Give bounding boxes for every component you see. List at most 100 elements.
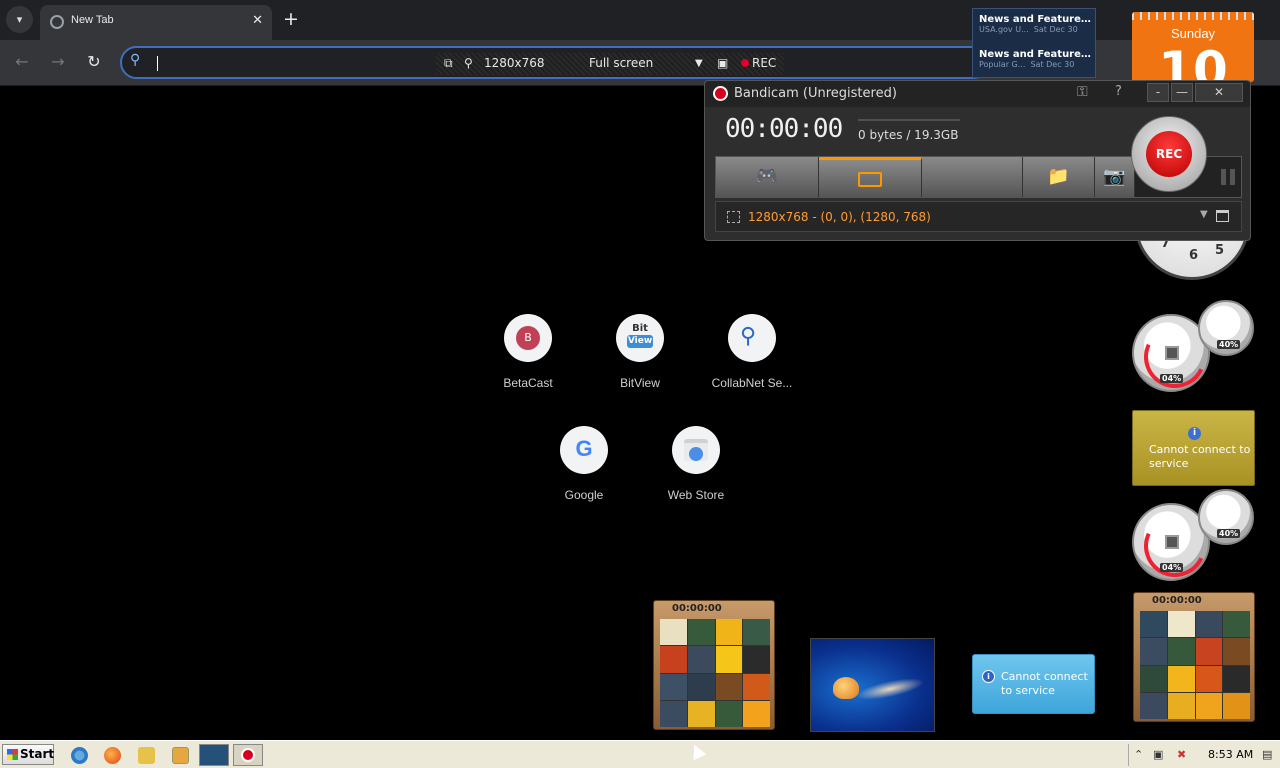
screenshot-button[interactable]: 📷 [1095,157,1135,197]
close-icon[interactable]: ✕ [252,13,263,28]
network-icon[interactable]: ▣ [1153,748,1163,761]
shortcut-collabnet[interactable]: ⚲ CollabNet Se... [696,314,808,390]
puzzle-tile[interactable] [743,700,770,727]
rec-label: REC [752,56,777,70]
shortcut-bitview[interactable]: Bit View BitView [584,314,696,390]
puzzle-tile[interactable] [1223,692,1250,719]
maximize-icon[interactable] [1216,210,1229,222]
puzzle-tile[interactable] [743,673,770,700]
puzzle-tile[interactable] [1140,638,1167,665]
shortcut-web-store[interactable]: Web Store [640,426,752,502]
key-icon[interactable]: ⚿ [1077,84,1088,100]
rec-button[interactable]: REC [741,56,776,70]
firefox-icon[interactable] [104,747,121,764]
puzzle-tile[interactable] [687,619,715,646]
shortcut-google[interactable]: G Google [528,426,640,502]
puzzle-tile[interactable] [715,646,743,673]
shortcut-betacast[interactable]: B BetaCast [472,314,584,390]
puzzle-tile[interactable] [1223,665,1250,692]
tab-game-recording[interactable]: 🎮 [716,157,819,197]
bandicam-logo-icon [241,748,255,762]
mini-mode-button[interactable]: - [1147,83,1169,102]
puzzle-tile[interactable] [1195,692,1223,719]
taskbar-window-gadgets[interactable] [199,744,229,766]
pause-icon[interactable] [1219,169,1237,185]
puzzle-tile[interactable] [660,619,687,646]
betacast-icon: B [516,326,540,350]
puzzle-gadget[interactable]: 00:00:00 [1133,592,1255,722]
puzzle-tile[interactable] [660,700,687,727]
folder-icon[interactable] [138,747,155,764]
forward-button[interactable]: → [48,52,68,71]
puzzle-tile[interactable] [1167,638,1195,665]
puzzle-tile[interactable] [1140,692,1167,719]
address-bar[interactable]: ⚲ ⧉ ⚲ 1280x768 Full screen ▼ ▣ REC [120,46,990,79]
chevron-down-icon[interactable]: ▼ [1200,209,1208,220]
calendar-gadget[interactable]: Sunday 10 [1132,12,1254,82]
tab-screen-recording[interactable] [819,157,922,197]
folder-icon: 📁 [1047,166,1070,187]
puzzle-tile[interactable] [687,700,715,727]
tab-new-tab[interactable]: New Tab ✕ [40,5,272,40]
capture-mode[interactable]: Full screen [589,56,653,70]
puzzle-tile[interactable] [715,673,743,700]
puzzle-tile[interactable] [1195,638,1223,665]
puzzle-tile[interactable] [1167,665,1195,692]
new-tab-button[interactable]: + [283,8,299,30]
puzzle-tile[interactable] [687,646,715,673]
text-caret [157,56,158,71]
news-item[interactable]: News and Features f... USA.gov U... Sat … [979,14,1093,34]
volume-muted-icon[interactable]: ✖ [1177,748,1186,761]
puzzle-tile[interactable] [1223,638,1250,665]
puzzle-tile[interactable] [743,646,770,673]
puzzle-tile[interactable] [1140,611,1167,638]
puzzle-tile[interactable] [1167,611,1195,638]
puzzle-tile[interactable] [715,700,743,727]
minimize-button[interactable]: — [1171,83,1193,102]
puzzle-tile[interactable] [715,619,743,646]
rec-button[interactable]: REC [1131,116,1207,192]
reload-button[interactable]: ↻ [84,52,104,71]
slideshow-gadget[interactable] [810,638,935,732]
puzzle-gadget[interactable]: 00:00:00 [653,600,775,730]
tray-expand-icon[interactable]: ⌃ [1134,748,1143,761]
shortcut-icon: B [504,314,552,362]
open-folder-button[interactable]: 📁 [1023,157,1095,197]
bandicam-title-bar[interactable]: Bandicam (Unregistered) ⚿ ? - — ✕ [705,81,1250,107]
puzzle-tile[interactable] [660,646,687,673]
puzzle-tile[interactable] [743,619,770,646]
calendar-day: Sunday [1170,26,1216,41]
puzzle-tile[interactable] [1195,665,1223,692]
window-icon[interactable]: ⧉ [444,56,453,71]
news-item[interactable]: News and Features f... Popular G... Sat … [979,49,1093,69]
internet-explorer-icon[interactable] [71,747,88,764]
capture-resolution[interactable]: 1280x768 [484,56,545,70]
shortcut-icon: ⚲ [728,314,776,362]
puzzle-grid [1140,611,1250,719]
puzzle-tile[interactable] [1167,692,1195,719]
media-player-icon[interactable] [172,747,189,764]
zoom-icon[interactable]: ⚲ [464,56,473,70]
close-button[interactable]: ✕ [1195,83,1243,102]
tab-device-recording[interactable] [922,157,1023,197]
taskbar-clock[interactable]: 8:53 AM [1208,748,1253,761]
globe-icon [50,15,64,29]
puzzle-tile[interactable] [687,673,715,700]
taskbar-window-bandicam[interactable] [233,744,263,766]
back-button[interactable]: ← [12,52,32,71]
puzzle-tile[interactable] [1140,665,1167,692]
help-button[interactable]: ? [1115,84,1122,99]
weather-gadget[interactable]: i Cannot connect to service [1132,410,1255,486]
info-icon: i [1188,427,1201,440]
show-desktop-icon[interactable]: ▤ [1262,748,1272,761]
tab-search-button[interactable]: ▾ [6,6,33,33]
start-button[interactable]: Start [2,744,54,765]
puzzle-header: 00:00:00 [1134,593,1254,609]
chevron-down-icon[interactable]: ▼ [695,58,703,69]
puzzle-tile[interactable] [1223,611,1250,638]
currency-gadget[interactable]: i Cannot connect to service [972,654,1095,714]
puzzle-tile[interactable] [660,673,687,700]
cpu-percentage: 04% [1160,563,1184,572]
camera-icon[interactable]: ▣ [717,56,728,70]
puzzle-tile[interactable] [1195,611,1223,638]
